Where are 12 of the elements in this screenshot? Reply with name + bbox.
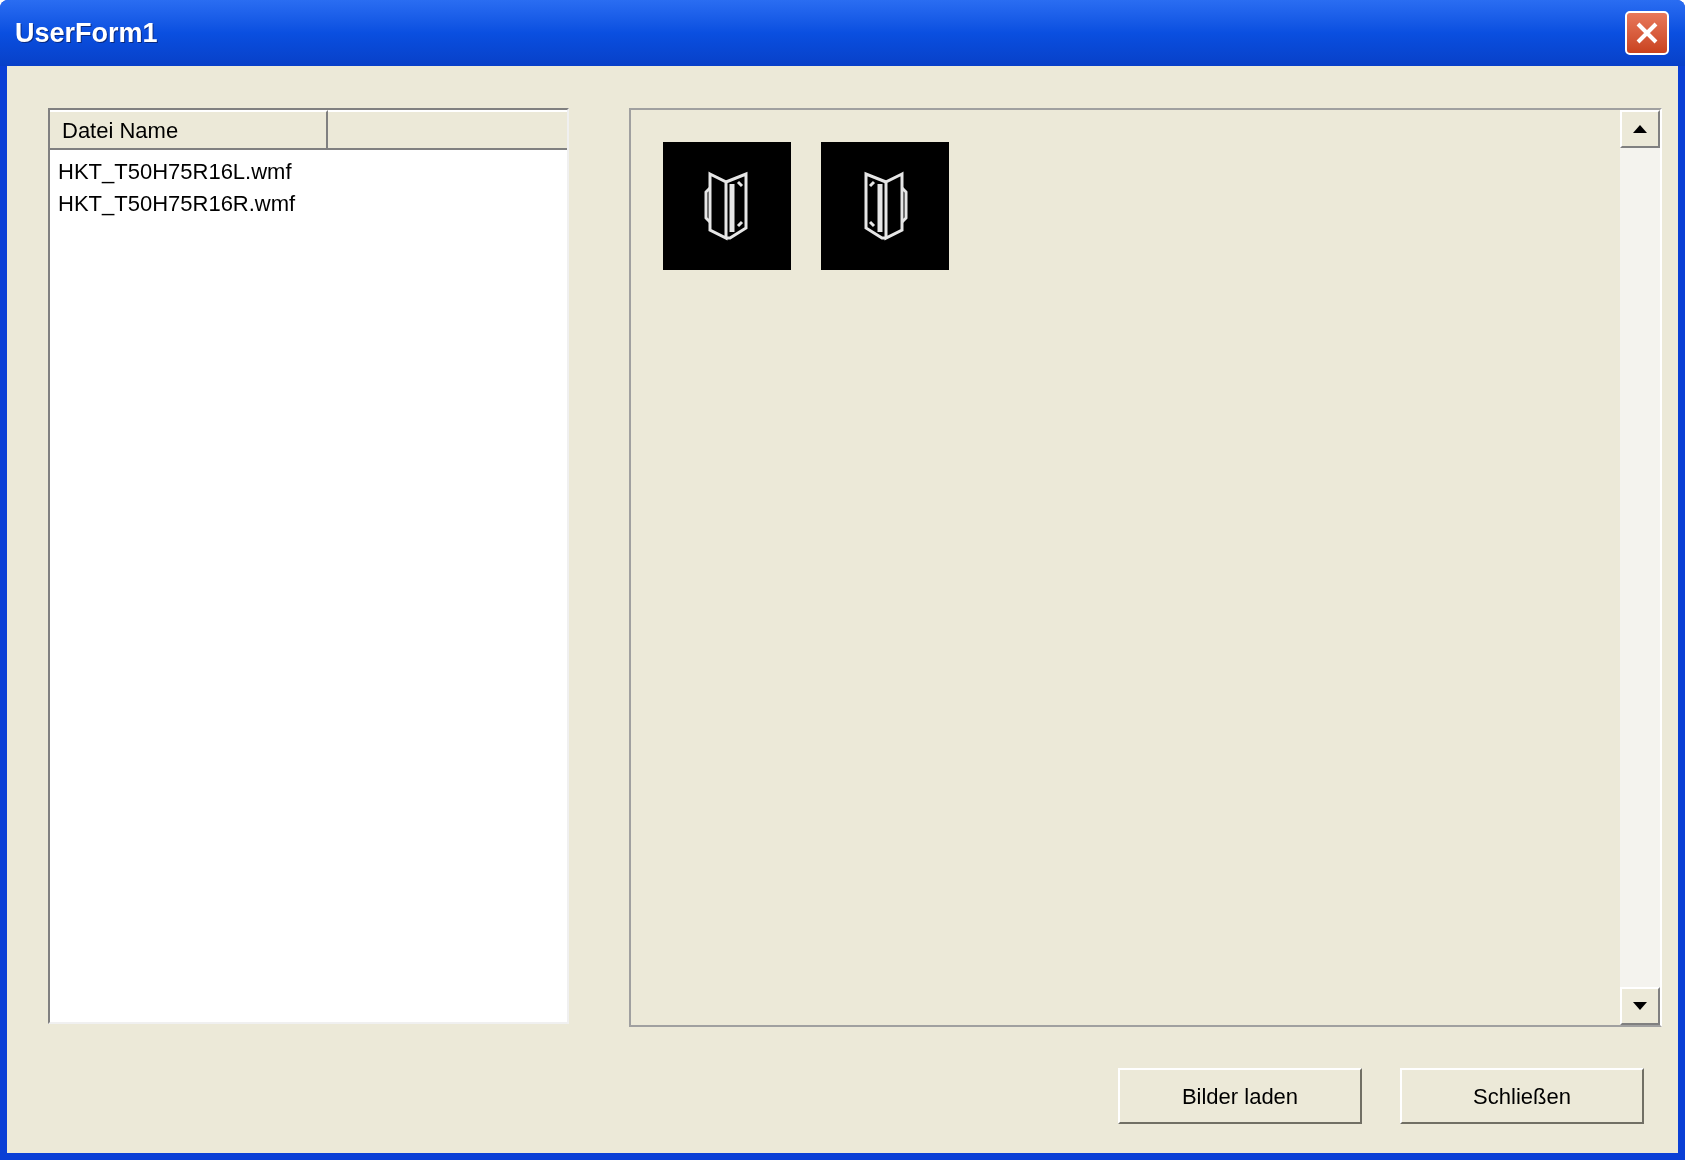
file-list-item[interactable]: HKT_T50H75R16R.wmf — [58, 188, 567, 220]
scroll-down-button[interactable] — [1620, 987, 1660, 1025]
file-list-item[interactable]: HKT_T50H75R16L.wmf — [58, 156, 567, 188]
scroll-up-button[interactable] — [1620, 110, 1660, 148]
up-arrow-icon — [1633, 125, 1647, 133]
close-icon — [1635, 21, 1659, 45]
scrollbar[interactable] — [1620, 110, 1660, 1025]
window-title: UserForm1 — [15, 16, 158, 50]
close-button[interactable] — [1625, 11, 1669, 55]
close-dialog-button[interactable]: Schließen — [1400, 1068, 1644, 1124]
load-images-button[interactable]: Bilder laden — [1118, 1068, 1362, 1124]
down-arrow-icon — [1633, 1002, 1647, 1010]
